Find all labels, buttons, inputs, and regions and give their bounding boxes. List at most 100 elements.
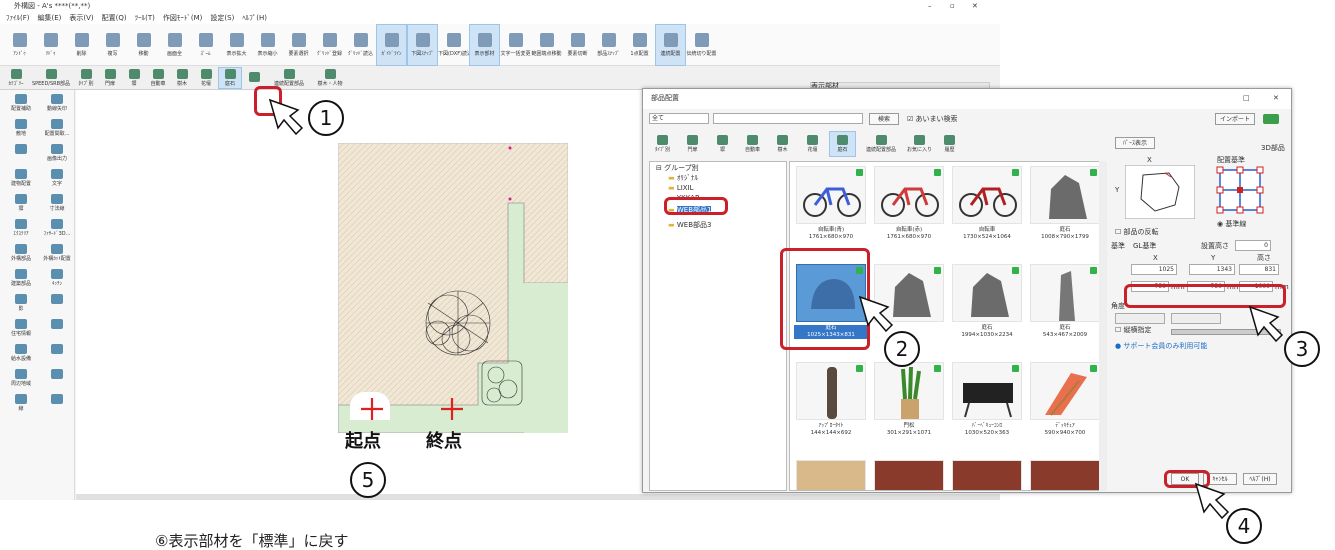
base-value[interactable]: GL基準	[1133, 243, 1156, 250]
side-command-button[interactable]: 外構部品	[4, 244, 38, 266]
menu-item[interactable]: ﾍﾙﾌﾟ(H)	[242, 14, 267, 22]
part-tile[interactable]	[1028, 458, 1102, 490]
side-command-button[interactable]: 周辺地域	[4, 369, 38, 391]
category-button[interactable]: 門扉	[98, 67, 122, 89]
dialog-category-button[interactable]: 花壇	[799, 131, 826, 157]
minimize-icon[interactable]: –	[928, 3, 932, 10]
side-command-button[interactable]	[40, 369, 74, 391]
ribbon-button[interactable]: 移動	[128, 24, 159, 66]
part-tile[interactable]: 自転車(青) 1761×680×970	[794, 164, 868, 260]
ribbon-button[interactable]: 表示拡大	[221, 24, 252, 66]
part-tile[interactable]: ﾃﾞｯｷﾁｪｱ 590×940×700	[1028, 360, 1102, 456]
ribbon-button[interactable]: ｽﾞｰﾑ	[190, 24, 221, 66]
category-button[interactable]: 樹木	[170, 67, 194, 89]
side-command-button[interactable]: ｷｯﾁﾝ	[40, 269, 74, 291]
ribbon-button[interactable]: 部品ｽﾅｯﾌﾟ	[593, 24, 624, 66]
filter-select[interactable]: 全て	[649, 113, 709, 124]
ribbon-button[interactable]: ｶﾞｲﾄﾞﾗｲﾝ	[376, 24, 407, 66]
side-command-button[interactable]: 画像出力	[40, 144, 74, 166]
part-tile[interactable]	[950, 458, 1024, 490]
category-button[interactable]: 自動車	[146, 67, 170, 89]
category-button[interactable]: 塀	[122, 67, 146, 89]
side-command-button[interactable]: 寸法線	[40, 194, 74, 216]
side-command-button[interactable]: 動線矢印	[40, 94, 74, 116]
side-command-button[interactable]	[40, 394, 74, 416]
ribbon-button[interactable]: ﾘﾄﾞｩ	[35, 24, 66, 66]
menu-item[interactable]: ﾌｧｲﾙ(F)	[6, 14, 30, 22]
part-tile[interactable]: 庭石 543×467×2009	[1028, 262, 1102, 358]
ribbon-button[interactable]: ｸﾞﾘｯﾄﾞ読込	[345, 24, 376, 66]
parts-scrollbar[interactable]	[1099, 161, 1107, 491]
ribbon-button[interactable]: 要素切断	[562, 24, 593, 66]
side-command-button[interactable]: 影	[4, 294, 38, 316]
import-icon[interactable]	[1263, 114, 1279, 124]
keep-ratio-checkbox[interactable]: ☐ 縦横指定	[1115, 327, 1152, 334]
part-tile[interactable]	[794, 458, 868, 490]
placement-base-grid[interactable]	[1215, 165, 1265, 215]
side-command-button[interactable]	[4, 144, 38, 166]
tree-item[interactable]: ▬ WEB部品3	[668, 222, 711, 229]
side-command-button[interactable]: 文字	[40, 169, 74, 191]
menu-item[interactable]: 設定(S)	[210, 14, 234, 22]
category-button[interactable]: SPEED/SRB部品	[28, 67, 74, 89]
side-command-button[interactable]	[40, 294, 74, 316]
perspective-tab[interactable]: ﾊﾟｰｽ表示	[1115, 137, 1155, 149]
help-button[interactable]: ﾍﾙﾌﾟ(H)	[1243, 473, 1277, 485]
menu-item[interactable]: 編集(E)	[38, 14, 62, 22]
part-tile[interactable]: ｱｯﾌﾟﾛｰﾀｲﾄ 144×144×692	[794, 360, 868, 456]
menu-item[interactable]: ﾂｰﾙ(T)	[135, 14, 155, 22]
side-command-button[interactable]: ｴｸｽﾃﾘｱ	[4, 219, 38, 241]
flip-checkbox[interactable]: ☐ 部品の反転	[1115, 229, 1159, 236]
tree-item[interactable]: ▬ LIXIL	[668, 185, 694, 192]
install-height-input[interactable]: 0	[1235, 240, 1271, 251]
ribbon-button[interactable]: 表示部材	[469, 24, 500, 66]
search-input[interactable]	[713, 113, 863, 124]
horizontal-scrollbar[interactable]	[76, 494, 1000, 500]
ribbon-button[interactable]: 下図ｽﾅｯﾌﾟ	[407, 24, 438, 66]
similar-search-checkbox[interactable]: ☑ あいまい検索	[907, 116, 958, 123]
ribbon-button[interactable]: 連続配置	[655, 24, 686, 66]
dialog-close-icon[interactable]: ✕	[1273, 95, 1279, 102]
category-button[interactable]: 樹木・人物	[312, 67, 348, 89]
side-command-button[interactable]: ﾌｧｻｰﾄﾞ3D...	[40, 219, 74, 241]
side-command-button[interactable]: 敷地	[4, 119, 38, 141]
dialog-category-button[interactable]: 塀	[709, 131, 736, 157]
ribbon-button[interactable]: 文字一括変更	[500, 24, 531, 66]
ribbon-button[interactable]: 範囲端点移動	[531, 24, 562, 66]
dialog-minimize-icon[interactable]: □	[1243, 95, 1250, 102]
side-command-button[interactable]: 給水設備	[4, 344, 38, 366]
part-tile[interactable]: 自転車(赤) 1761×680×970	[872, 164, 946, 260]
dialog-category-button[interactable]: 自動車	[739, 131, 766, 157]
side-command-button[interactable]: 建物配置	[4, 169, 38, 191]
dialog-category-button[interactable]: 門扉	[679, 131, 706, 157]
part-tile[interactable]: ﾊﾞｰﾍﾞｷｭｰｺﾝﾛ 1030×520×363	[950, 360, 1024, 456]
side-command-button[interactable]: 線	[4, 394, 38, 416]
menu-item[interactable]: 作図ﾓｰﾄﾞ(M)	[163, 14, 203, 22]
ribbon-button[interactable]: ｱﾝﾄﾞｩ	[4, 24, 35, 66]
side-command-button[interactable]: 配置補助	[4, 94, 38, 116]
dialog-category-button[interactable]: 庭石	[829, 131, 856, 157]
dialog-category-button[interactable]: ﾀｲﾌﾟ別	[649, 131, 676, 157]
side-command-button[interactable]: 塀	[4, 194, 38, 216]
side-command-button[interactable]: 住宅情報	[4, 319, 38, 341]
import-button[interactable]: インポート	[1215, 113, 1255, 125]
category-button[interactable]: ﾀｲﾌﾟ別	[74, 67, 98, 89]
side-command-button[interactable]: 外構ｶｯﾄ配置	[40, 244, 74, 266]
ribbon-button[interactable]: 画面全	[159, 24, 190, 66]
maximize-icon[interactable]: ▫	[950, 3, 955, 10]
category-button[interactable]: 庭石	[218, 66, 242, 89]
ribbon-button[interactable]: ｸﾞﾘｯﾄﾞ登録	[314, 24, 345, 66]
dialog-category-button[interactable]: 連続配置部品	[859, 131, 903, 157]
ribbon-button[interactable]: 下図(DXF)読込	[438, 24, 469, 66]
close-icon[interactable]: ✕	[972, 3, 978, 10]
dialog-category-button[interactable]: お気に入り	[906, 131, 933, 157]
side-command-button[interactable]	[40, 319, 74, 341]
part-tile[interactable]	[872, 458, 946, 490]
part-tile[interactable]: 門松 301×291×1071	[872, 360, 946, 456]
menu-item[interactable]: 表示(V)	[69, 14, 93, 22]
category-button[interactable]: 花壇	[194, 67, 218, 89]
tree-item[interactable]: ▬ ｵﾘｼﾞﾅﾙ	[668, 175, 698, 182]
standard-line-radio[interactable]: ◉ 基準線	[1217, 221, 1246, 228]
part-tile[interactable]: 庭石 1008×790×1799	[1028, 164, 1102, 260]
ribbon-button[interactable]: 表示縮小	[252, 24, 283, 66]
